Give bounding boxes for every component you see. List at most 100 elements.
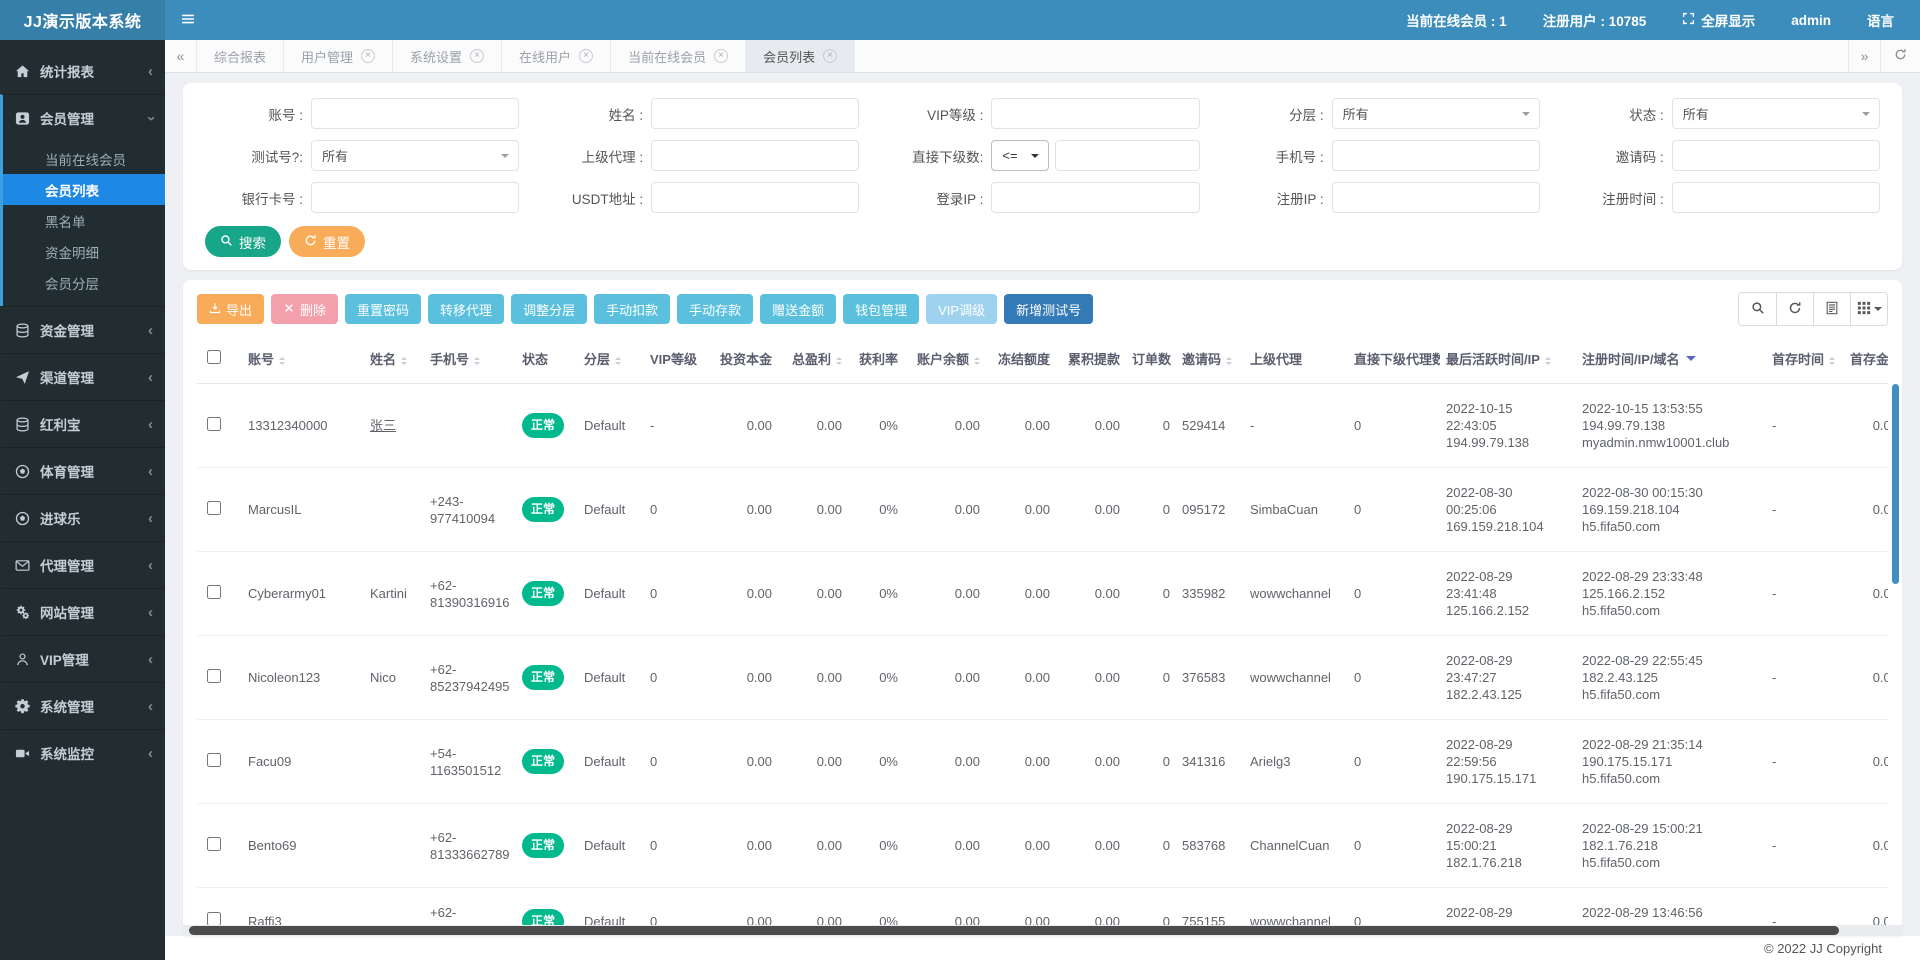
select-all-checkbox[interactable] xyxy=(207,350,221,364)
sidebar-item-1[interactable]: 会员管理‹ xyxy=(3,95,165,141)
tab-1[interactable]: 用户管理× xyxy=(284,40,393,72)
col-invite[interactable]: 邀请码 xyxy=(1176,334,1244,384)
tabs-refresh-button[interactable] xyxy=(1880,40,1920,72)
member-name-link[interactable]: 张三 xyxy=(370,418,396,433)
row-checkbox[interactable] xyxy=(207,501,221,515)
column-label: 账号 xyxy=(248,352,274,367)
col-name[interactable]: 姓名 xyxy=(364,334,424,384)
table-refresh-button[interactable] xyxy=(1776,293,1813,325)
filter-input[interactable] xyxy=(1332,182,1540,213)
filter-input[interactable] xyxy=(1055,140,1199,171)
sidebar-item-7[interactable]: 代理管理‹ xyxy=(3,542,165,588)
sidebar-item-3[interactable]: 渠道管理‹ xyxy=(3,354,165,400)
filter-input[interactable] xyxy=(991,98,1199,129)
toolbar-button-4[interactable]: 调整分层 xyxy=(511,294,587,324)
tab-4[interactable]: 当前在线会员× xyxy=(611,40,746,72)
row-checkbox[interactable] xyxy=(207,837,221,851)
col-balance[interactable]: 账户余额 xyxy=(904,334,986,384)
filter-select[interactable]: 所有 xyxy=(1672,98,1880,129)
filter-input[interactable] xyxy=(651,140,859,171)
sidebar-item-4[interactable]: 红利宝‹ xyxy=(3,401,165,447)
tab-0[interactable]: 综合报表 xyxy=(197,40,284,72)
col-tier[interactable]: 分层 xyxy=(578,334,644,384)
tab-close-icon[interactable]: × xyxy=(714,49,728,63)
filter-control xyxy=(1332,182,1540,213)
horizontal-scrollbar-thumb[interactable] xyxy=(189,926,1839,935)
col-profit[interactable]: 总盈利 xyxy=(778,334,848,384)
sidebar-item-6[interactable]: 进球乐‹ xyxy=(3,495,165,541)
user-menu[interactable]: admin xyxy=(1791,13,1831,28)
row-checkbox[interactable] xyxy=(207,753,221,767)
language-menu[interactable]: 语言 xyxy=(1867,10,1894,30)
sidebar-toggle-button[interactable] xyxy=(165,0,211,40)
tab-5[interactable]: 会员列表× xyxy=(746,40,855,72)
fullscreen-button[interactable]: 全屏显示 xyxy=(1682,10,1755,30)
toolbar-button-0[interactable]: 导出 xyxy=(197,294,264,324)
column-label: 最后活跃时间/IP xyxy=(1446,352,1540,367)
toolbar-button-6[interactable]: 手动存款 xyxy=(677,294,753,324)
tab-close-icon[interactable]: × xyxy=(579,49,593,63)
tab-3[interactable]: 在线用户× xyxy=(502,40,611,72)
filter-input[interactable] xyxy=(311,182,519,213)
reset-button[interactable]: 重置 xyxy=(289,226,365,257)
sidebar-subitem-1-1[interactable]: 会员列表 xyxy=(3,174,165,205)
filter-control xyxy=(311,98,519,129)
filter-select[interactable]: 所有 xyxy=(1332,98,1540,129)
col-phone[interactable]: 手机号 xyxy=(424,334,516,384)
filter-select[interactable]: 所有 xyxy=(311,140,519,171)
filter-input[interactable] xyxy=(311,98,519,129)
sidebar-item-0[interactable]: 统计报表‹ xyxy=(3,48,165,94)
sidebar-item-8[interactable]: 网站管理‹ xyxy=(3,589,165,635)
sidebar-item-2[interactable]: 资金管理‹ xyxy=(3,307,165,353)
sidebar-subitem-1-0[interactable]: 当前在线会员 xyxy=(3,143,165,174)
table-columns-button[interactable] xyxy=(1850,293,1887,325)
sidebar-item-10[interactable]: 系统管理‹ xyxy=(3,683,165,729)
col-last_active[interactable]: 最后活跃时间/IP xyxy=(1440,334,1576,384)
toolbar-button-5[interactable]: 手动扣款 xyxy=(594,294,670,324)
filter-input[interactable] xyxy=(651,98,859,129)
filter-input[interactable] xyxy=(991,182,1199,213)
toolbar-button-10[interactable]: 新增测试号 xyxy=(1004,294,1093,324)
table-search-button[interactable] xyxy=(1739,293,1776,325)
tab-close-icon[interactable]: × xyxy=(823,49,837,63)
vertical-scrollbar-thumb[interactable] xyxy=(1892,384,1899,584)
toolbar-button-3[interactable]: 转移代理 xyxy=(428,294,504,324)
toolbar-button-8[interactable]: 钱包管理 xyxy=(843,294,919,324)
sidebar-item-9[interactable]: VIP管理‹ xyxy=(3,636,165,682)
row-checkbox[interactable] xyxy=(207,417,221,431)
filter-input[interactable] xyxy=(1672,140,1880,171)
filter-input[interactable] xyxy=(1332,140,1540,171)
col-account[interactable]: 账号 xyxy=(242,334,364,384)
filter-input[interactable] xyxy=(651,182,859,213)
tab-2[interactable]: 系统设置× xyxy=(393,40,502,72)
refresh-icon xyxy=(304,234,317,250)
toolbar-button-9[interactable]: VIP调级 xyxy=(926,294,997,324)
tab-close-icon[interactable]: × xyxy=(361,49,375,63)
cell-status: 正常 xyxy=(516,552,578,636)
toolbar-button-2[interactable]: 重置密码 xyxy=(345,294,421,324)
row-checkbox[interactable] xyxy=(207,669,221,683)
compare-operator-select[interactable]: <= xyxy=(991,140,1049,171)
tab-close-icon[interactable]: × xyxy=(470,49,484,63)
toolbar-button-7[interactable]: 赠送金额 xyxy=(760,294,836,324)
horizontal-scrollbar[interactable] xyxy=(183,925,1902,936)
members-icon xyxy=(15,111,30,126)
row-checkbox[interactable] xyxy=(207,585,221,599)
sidebar-item-11[interactable]: 系统监控‹ xyxy=(3,730,165,776)
tabs-scroll-left-button[interactable]: « xyxy=(165,40,197,72)
toolbar-button-1[interactable]: 删除 xyxy=(271,294,338,324)
search-button[interactable]: 搜索 xyxy=(205,226,281,257)
sidebar-subitem-1-4[interactable]: 会员分层 xyxy=(3,267,165,298)
col-first_deposit_time[interactable]: 首存时间 xyxy=(1766,334,1844,384)
tabs-scroll-right-button[interactable]: » xyxy=(1848,40,1880,72)
app-logo[interactable]: JJ演示版本系统 xyxy=(0,0,165,40)
sort-icon xyxy=(615,354,621,368)
sidebar-subitem-1-2[interactable]: 黑名单 xyxy=(3,205,165,236)
sidebar-item-5[interactable]: 体育管理‹ xyxy=(3,448,165,494)
filter-input[interactable] xyxy=(1672,182,1880,213)
row-checkbox[interactable] xyxy=(207,912,221,926)
table-detail-view-button[interactable] xyxy=(1813,293,1850,325)
sidebar-subitem-1-3[interactable]: 资金明细 xyxy=(3,236,165,267)
cell-profit: 0.00 xyxy=(778,804,848,888)
col-registered[interactable]: 注册时间/IP/域名 xyxy=(1576,334,1766,384)
